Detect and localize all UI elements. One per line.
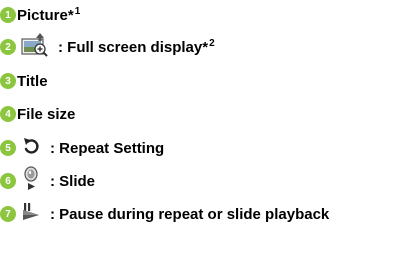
list-item-slide: 6 : Slide [0,165,96,197]
item-number-badge: 7 [0,206,16,222]
item-text: : Repeat Setting [50,139,165,157]
list-item-picture: 1 Picture*1 [0,0,80,30]
item-text: : Pause during repeat or slide playback [50,205,330,223]
item-number-badge: 3 [0,73,16,89]
full-screen-icon [20,32,50,63]
item-number-badge: 2 [0,39,16,55]
item-text: : Slide [50,172,96,190]
item-label: : Full screen display*2 [58,37,215,56]
item-number-badge: 1 [0,7,16,23]
list-item-full-screen: 2 : Full screen display*2 [0,32,215,62]
item-text: Title [17,72,48,90]
slide-icon [20,165,42,197]
list-item-title: 3 Title [0,66,48,96]
footnote-marker: 1 [74,5,81,17]
item-number-badge: 5 [0,140,16,156]
item-number-badge: 6 [0,173,16,189]
pause-play-icon [20,200,42,229]
item-text: File size [17,105,76,123]
list-item-repeat-setting: 5 : Repeat Setting [0,133,164,163]
item-number-badge: 4 [0,106,16,122]
item-text: Picture* [17,6,74,24]
list-item-pause-playback: 7 : Pause during repeat or slide playbac… [0,199,329,229]
list-item-file-size: 4 File size [0,99,75,129]
footnote-marker: 2 [209,37,215,49]
item-text: : Full screen display* [58,38,209,56]
item-label: Picture*1 [17,5,81,24]
repeat-icon [20,135,42,162]
